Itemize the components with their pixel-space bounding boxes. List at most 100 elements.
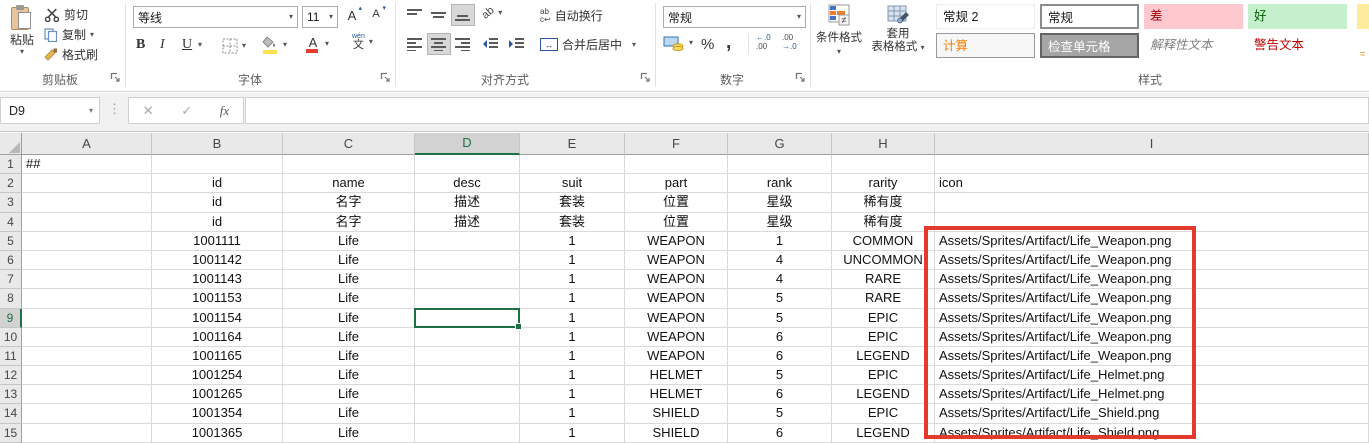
cell-D13[interactable] xyxy=(415,385,520,404)
fill-color-button[interactable]: ▾ xyxy=(262,36,287,54)
row-header-13[interactable]: 13 xyxy=(0,385,22,404)
cell-I2[interactable]: icon xyxy=(935,174,1369,193)
cell-C8[interactable]: Life xyxy=(283,289,415,308)
cell-E3[interactable]: 套装 xyxy=(520,193,625,212)
cell-I9[interactable]: Assets/Sprites/Artifact/Life_Weapon.png xyxy=(935,309,1369,328)
cell-I13[interactable]: Assets/Sprites/Artifact/Life_Helmet.png xyxy=(935,385,1369,404)
cell-H2[interactable]: rarity xyxy=(832,174,935,193)
number-format-combo[interactable]: 常规 ▾ xyxy=(663,6,806,28)
cell-style-explanatory[interactable]: 解释性文本 xyxy=(1144,33,1243,58)
cell-C3[interactable]: 名字 xyxy=(283,193,415,212)
cell-A2[interactable] xyxy=(22,174,152,193)
cell-style-linked-sliver[interactable]: = xyxy=(1360,49,1365,59)
enter-icon[interactable]: ✓ xyxy=(181,103,192,119)
cell-C11[interactable]: Life xyxy=(283,347,415,366)
font-name-combo[interactable]: 等线 ▾ xyxy=(133,6,298,28)
cell-A6[interactable] xyxy=(22,251,152,270)
paste-button[interactable]: 粘贴 ▾ xyxy=(4,3,40,75)
cell-I11[interactable]: Assets/Sprites/Artifact/Life_Weapon.png xyxy=(935,347,1369,366)
cell-A14[interactable] xyxy=(22,404,152,423)
cell-D7[interactable] xyxy=(415,270,520,289)
cell-style-warning[interactable]: 警告文本 xyxy=(1248,33,1347,58)
accounting-format-button[interactable]: ▾ xyxy=(663,35,693,51)
row-header-1[interactable]: 1 xyxy=(0,155,22,174)
align-left-button[interactable] xyxy=(404,34,426,54)
cell-I15[interactable]: Assets/Sprites/Artifact/Life_Shield.png xyxy=(935,424,1369,443)
cell-H13[interactable]: LEGEND xyxy=(832,385,935,404)
row-header-9[interactable]: 9 xyxy=(0,309,22,328)
cell-A12[interactable] xyxy=(22,366,152,385)
row-header-4[interactable]: 4 xyxy=(0,213,22,232)
cell-D1[interactable] xyxy=(415,155,520,174)
cell-H8[interactable]: RARE xyxy=(832,289,935,308)
cell-C5[interactable]: Life xyxy=(283,232,415,251)
cell-F10[interactable]: WEAPON xyxy=(625,328,728,347)
font-size-combo[interactable]: 11 ▾ xyxy=(302,6,338,28)
underline-options-button[interactable]: ▾ xyxy=(198,41,202,49)
bold-button[interactable]: B xyxy=(136,37,145,53)
underline-button[interactable]: U xyxy=(182,37,192,53)
column-header-D[interactable]: D xyxy=(415,133,520,155)
cell-D2[interactable]: desc xyxy=(415,174,520,193)
cell-I6[interactable]: Assets/Sprites/Artifact/Life_Weapon.png xyxy=(935,251,1369,270)
phonetic-guide-button[interactable]: wén 文 ▾ xyxy=(352,33,373,51)
format-as-table-button[interactable]: 套用 表格格式 ▾ xyxy=(866,3,930,54)
cell-G1[interactable] xyxy=(728,155,832,174)
cell-B15[interactable]: 1001365 xyxy=(152,424,283,443)
cell-H1[interactable] xyxy=(832,155,935,174)
column-header-C[interactable]: C xyxy=(283,133,415,155)
cell-H3[interactable]: 稀有度 xyxy=(832,193,935,212)
cell-A9[interactable] xyxy=(22,309,152,328)
cell-D4[interactable]: 描述 xyxy=(415,213,520,232)
alignment-dialog-launcher-icon[interactable] xyxy=(640,72,652,84)
cell-D3[interactable]: 描述 xyxy=(415,193,520,212)
cell-F11[interactable]: WEAPON xyxy=(625,347,728,366)
cell-A1[interactable]: ## xyxy=(22,155,152,174)
cell-B8[interactable]: 1001153 xyxy=(152,289,283,308)
number-dialog-launcher-icon[interactable] xyxy=(795,72,807,84)
row-header-7[interactable]: 7 xyxy=(0,270,22,289)
cell-F7[interactable]: WEAPON xyxy=(625,270,728,289)
row-header-3[interactable]: 3 xyxy=(0,193,22,212)
cell-G15[interactable]: 6 xyxy=(728,424,832,443)
row-header-11[interactable]: 11 xyxy=(0,347,22,366)
cell-E11[interactable]: 1 xyxy=(520,347,625,366)
cell-F15[interactable]: SHIELD xyxy=(625,424,728,443)
cell-A13[interactable] xyxy=(22,385,152,404)
cell-F14[interactable]: SHIELD xyxy=(625,404,728,423)
cell-A10[interactable] xyxy=(22,328,152,347)
align-middle-button[interactable] xyxy=(428,5,450,25)
cell-E10[interactable]: 1 xyxy=(520,328,625,347)
align-right-button[interactable] xyxy=(452,34,474,54)
cell-E14[interactable]: 1 xyxy=(520,404,625,423)
copy-button[interactable]: 复制 ▾ xyxy=(44,26,94,43)
cell-D6[interactable] xyxy=(415,251,520,270)
font-dialog-launcher-icon[interactable] xyxy=(380,72,392,84)
cell-C12[interactable]: Life xyxy=(283,366,415,385)
cell-F3[interactable]: 位置 xyxy=(625,193,728,212)
format-painter-button[interactable]: 格式刷 xyxy=(44,46,98,63)
cell-G11[interactable]: 6 xyxy=(728,347,832,366)
cell-H9[interactable]: EPIC xyxy=(832,309,935,328)
formula-bar-resize-handle[interactable]: ⋮ xyxy=(108,101,121,117)
cell-I4[interactable] xyxy=(935,213,1369,232)
cell-H7[interactable]: RARE xyxy=(832,270,935,289)
cell-A7[interactable] xyxy=(22,270,152,289)
cell-G8[interactable]: 5 xyxy=(728,289,832,308)
cell-B6[interactable]: 1001142 xyxy=(152,251,283,270)
cell-D12[interactable] xyxy=(415,366,520,385)
column-header-E[interactable]: E xyxy=(520,133,625,155)
cell-I3[interactable] xyxy=(935,193,1369,212)
cell-F4[interactable]: 位置 xyxy=(625,213,728,232)
cell-A11[interactable] xyxy=(22,347,152,366)
cell-B3[interactable]: id xyxy=(152,193,283,212)
cell-style-check-cell[interactable]: 检查单元格 xyxy=(1040,33,1139,58)
cell-style-normal2[interactable]: 常规 2 xyxy=(936,4,1035,29)
cell-I12[interactable]: Assets/Sprites/Artifact/Life_Helmet.png xyxy=(935,366,1369,385)
cell-C9[interactable]: Life xyxy=(283,309,415,328)
row-header-6[interactable]: 6 xyxy=(0,251,22,270)
cell-B14[interactable]: 1001354 xyxy=(152,404,283,423)
cell-G4[interactable]: 星级 xyxy=(728,213,832,232)
cell-E4[interactable]: 套装 xyxy=(520,213,625,232)
column-header-F[interactable]: F xyxy=(625,133,728,155)
